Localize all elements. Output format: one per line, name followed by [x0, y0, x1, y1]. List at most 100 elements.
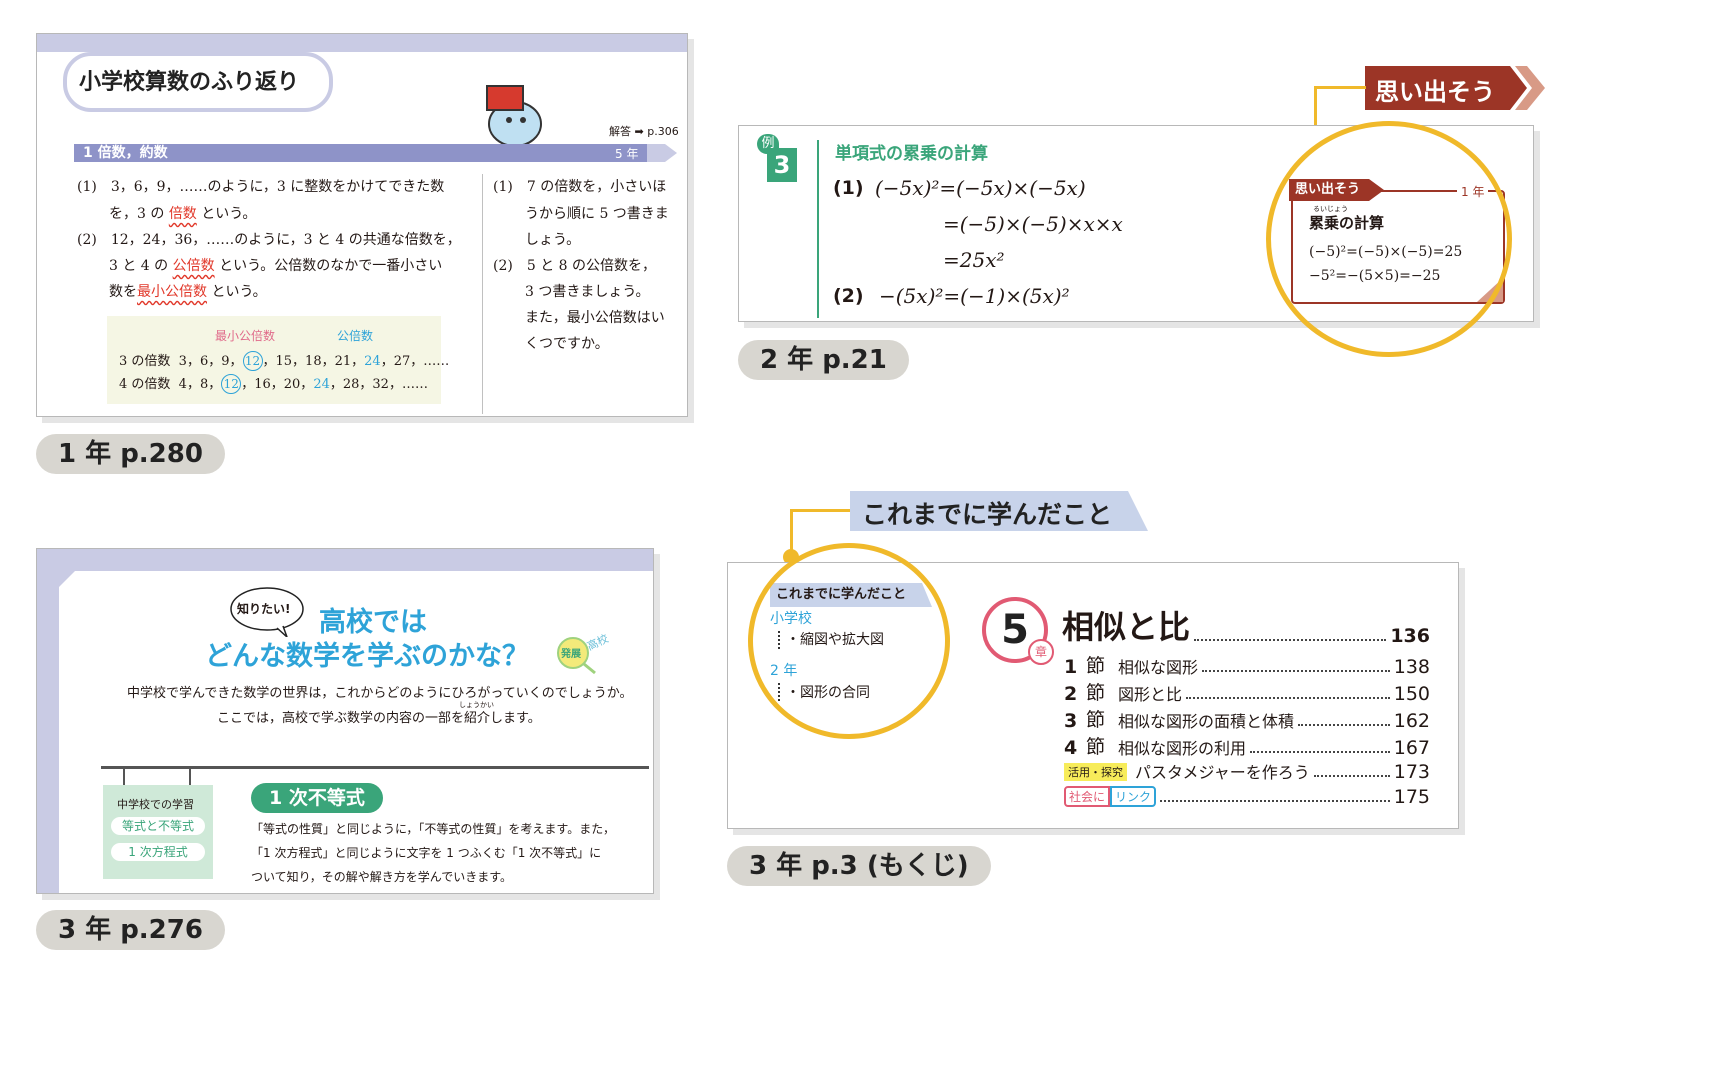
leader-dots: [1313, 775, 1390, 777]
column-divider: [482, 174, 483, 414]
section-number: 3: [1064, 710, 1078, 732]
section-page: 150: [1393, 683, 1430, 705]
text-line-1b: を，3 の 倍数 という。: [109, 204, 256, 224]
panel-frame-left: [37, 549, 59, 893]
intro-line-1: 中学校で学んできた数学の世界は，これからどのようにひろがっていくのでしょうか。: [127, 686, 633, 701]
toc-row-society-link[interactable]: 社会に リンク 175: [1064, 786, 1430, 808]
answer-ref: 解答 ➡ p.306: [609, 122, 679, 142]
toc-row[interactable]: 2 節 図形と比 150: [1064, 678, 1430, 705]
section-page: 138: [1393, 656, 1430, 678]
values: ，16，20，: [241, 377, 314, 392]
topic-body-2: 「1 次方程式」と同じように文字を 1 つふくむ「1 次不等式」に: [251, 846, 602, 860]
eq4: −(5x)²=(−1)×(5x)²: [879, 284, 1070, 308]
activity-page: 173: [1393, 761, 1430, 783]
topic-body-1: 「等式の性質」と同じように，「不等式の性質」を考えます。また，: [251, 822, 615, 836]
section-page: 167: [1393, 737, 1430, 759]
term-multiple: 倍数: [168, 206, 197, 222]
intro-line-2: ここでは，高校で学ぶ数学の内容の一部を紹介します。: [217, 711, 541, 726]
text-fragment: 数を: [109, 284, 137, 300]
section-unit: 節: [1086, 682, 1106, 704]
question-1b: うから順に 5 つ書きま: [525, 206, 669, 222]
example-number: 3: [767, 148, 797, 182]
panel-grade1-p280: 小学校算数のふり返り 解答 ➡ p.306 1 倍数，約数 5 年 (1) 3，…: [36, 33, 688, 417]
eq1-number: (1): [833, 177, 864, 199]
timeline-bar: [101, 766, 649, 769]
row-label: 4 の倍数: [119, 377, 171, 392]
section-unit: 節: [1086, 655, 1106, 677]
toc-row-activity[interactable]: 活用・探究 パスタメジャーを作ろう 173: [1064, 759, 1430, 783]
toc-row[interactable]: 4 節 相似な図形の利用 167: [1064, 732, 1430, 759]
society-tag: 社会に: [1064, 786, 1111, 807]
blue-24: 24: [364, 354, 381, 369]
topic-body-3: ついて知り，その解や解き方を学んでいきます。: [251, 870, 513, 884]
badge-advanced: 発展: [561, 649, 581, 660]
answer-ref-label: 解答: [609, 125, 631, 138]
topic-pill: 1 次不等式: [251, 783, 383, 813]
caption-p276: 3 年 p.276: [36, 910, 225, 950]
leader-dots: [1160, 800, 1390, 802]
example-rule: [817, 140, 819, 318]
box-label-lcm: 最小公倍数: [215, 329, 276, 343]
section-title: 相似な図形: [1118, 658, 1199, 677]
row-label: 3 の倍数: [119, 354, 171, 369]
panel-frame-top: [37, 549, 653, 571]
section-number: 4: [1064, 737, 1078, 759]
text-fragment: という。: [211, 284, 267, 300]
section-label: 1 倍数，約数: [83, 145, 168, 161]
question-1c: しょう。: [525, 232, 581, 248]
learned-banner-text: これまでに学んだこと: [862, 500, 1113, 529]
caption-p280: 1 年 p.280: [36, 434, 225, 474]
values: 4，8，: [178, 377, 222, 392]
text-line-2a: (2) 12，24，36，……のように，3 と 4 の共通な倍数を，: [77, 232, 461, 248]
leader-dots: [1194, 639, 1387, 641]
leader-dots: [1186, 697, 1390, 699]
toc-chapter[interactable]: 相似と比 136: [1062, 607, 1430, 647]
page-title-line2: どんな数学を学ぶのかな？: [205, 641, 529, 672]
values: ，28，32，……: [329, 377, 428, 392]
multiples-of-3: 3 の倍数 3，6，9， 12 ，15，18，21，24，27，……: [119, 351, 449, 372]
chapter-suffix: 章: [1028, 639, 1054, 665]
caption-p21: 2 年 p.21: [738, 340, 909, 380]
chapter-title: 相似と比: [1062, 608, 1191, 646]
text-fragment: 3 と 4 の: [109, 258, 169, 274]
leader-dots: [1202, 670, 1390, 672]
section-page: 162: [1393, 710, 1430, 732]
leader-dots: [1250, 751, 1390, 753]
section-title: 相似な図形の面積と体積: [1118, 712, 1295, 731]
text-line-1a: (1) 3，6，9，……のように，3 に整数をかけてできた数: [77, 179, 445, 195]
caption-p3: 3 年 p.3 (もくじ): [727, 846, 991, 886]
callout-line: [1314, 86, 1366, 89]
question-2b: 3 つ書きましょう。: [525, 284, 650, 300]
values: ，15，18，21，: [262, 354, 365, 369]
junior-high-item-2: 1 次方程式: [111, 843, 205, 861]
blue-24: 24: [313, 377, 330, 392]
box-label-cm: 公倍数: [337, 329, 374, 343]
section-grade: 5 年: [615, 147, 639, 161]
text-fragment: という。: [201, 206, 257, 222]
society-page: 175: [1393, 786, 1430, 808]
bubble-text: 知りたい!: [237, 602, 291, 616]
section-bar-chevron: [647, 144, 677, 162]
values: ，27，……: [380, 354, 450, 369]
circled-12: 12: [242, 351, 263, 371]
callout-line: [790, 509, 850, 512]
activity-title: パスタメジャーを作ろう: [1135, 763, 1310, 782]
text-line-2c: 数を最小公倍数 という。: [109, 282, 267, 302]
frame-corner: [59, 571, 75, 587]
section-number: 2: [1064, 683, 1078, 705]
panel-top-band: [37, 34, 687, 52]
toc-row[interactable]: 1 節 相似な図形 138: [1064, 651, 1430, 678]
link-tag: リンク: [1110, 786, 1157, 807]
term-common-multiple: 公倍数: [172, 258, 215, 274]
leader-dots: [1298, 724, 1390, 726]
highlight-circle: [748, 543, 950, 739]
section-unit: 節: [1086, 709, 1106, 731]
junior-high-item-1: 等式と不等式: [111, 817, 205, 835]
eq3: =25x²: [943, 248, 1005, 272]
question-2c: また，最小公倍数はい: [525, 310, 665, 326]
section-unit: 節: [1086, 736, 1106, 758]
eq4-number: (2): [833, 285, 864, 307]
chapter-page: 136: [1390, 625, 1430, 647]
panel-grade3-p276: 知りたい! 高校では どんな数学を学ぶのかな？ 発展 高校 しょうかい 中学校で…: [36, 548, 654, 894]
toc-row[interactable]: 3 節 相似な図形の面積と体積 162: [1064, 705, 1430, 732]
